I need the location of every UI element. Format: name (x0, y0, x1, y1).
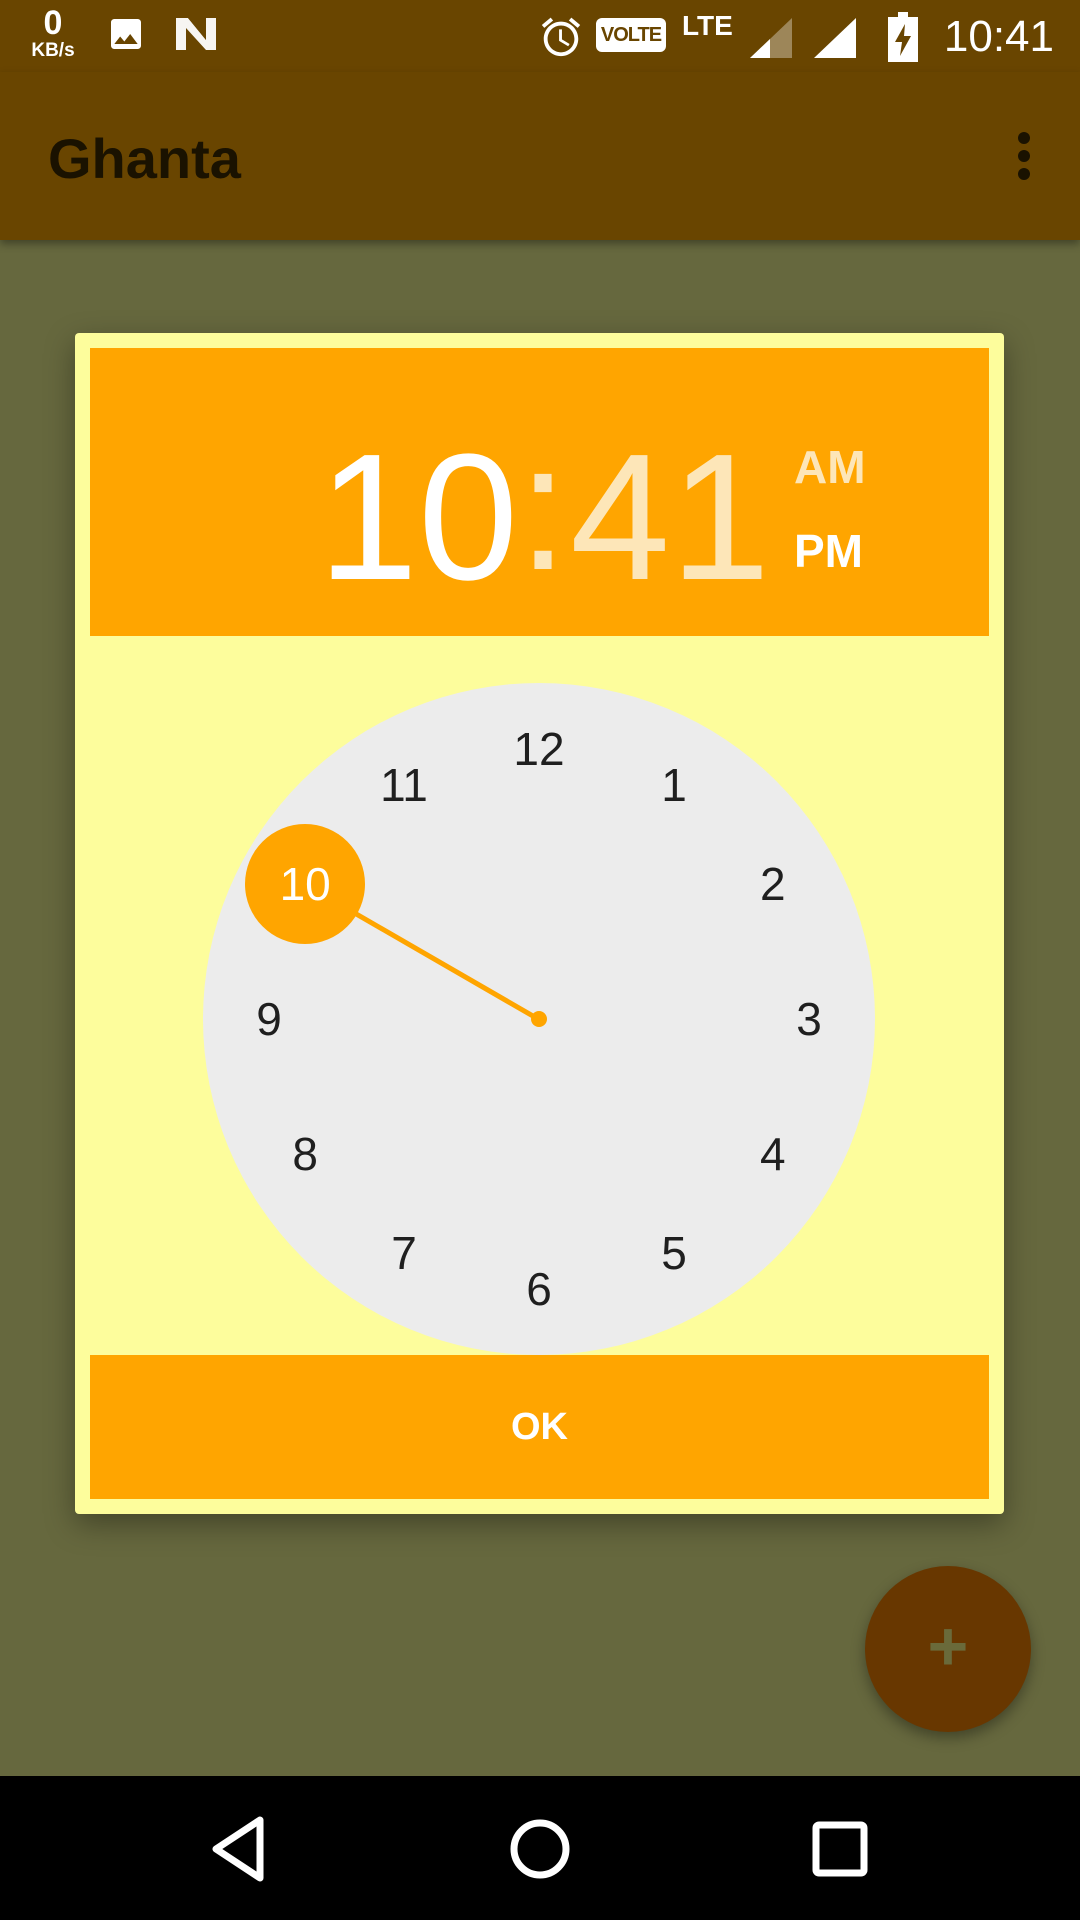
time-picker-dialog: 10 : 41 AM PM 12 1 2 3 4 5 6 7 8 9 10 11 OK (75, 333, 1004, 1514)
add-icon: + (927, 1607, 969, 1685)
pm-toggle[interactable]: PM (794, 524, 863, 578)
signal-icon (750, 18, 792, 58)
battery-charging-icon (888, 12, 918, 62)
network-speed-unit: KB/s (31, 40, 75, 61)
clock-number-8[interactable]: 8 (275, 1129, 335, 1179)
back-icon[interactable] (196, 1804, 286, 1894)
time-header: 10 : 41 AM PM (90, 348, 989, 636)
selected-hour-marker[interactable]: 10 (245, 824, 366, 944)
clock-number-12[interactable]: 12 (509, 724, 569, 774)
clock-number-10: 10 (279, 858, 331, 910)
home-icon[interactable] (495, 1804, 585, 1894)
clock-number-2[interactable]: 2 (743, 859, 803, 909)
clock-number-1[interactable]: 1 (644, 760, 704, 810)
network-type: LTE (682, 10, 733, 41)
n-logo-icon (176, 18, 216, 50)
clock-center-dot (531, 1011, 547, 1027)
image-icon (111, 19, 141, 49)
hour-display[interactable]: 10 (318, 428, 518, 608)
ok-button[interactable]: OK (90, 1355, 989, 1499)
time-separator: : (518, 407, 569, 608)
clock-number-7[interactable]: 7 (374, 1228, 434, 1278)
clock-number-11[interactable]: 11 (374, 760, 434, 810)
signal-icon (814, 18, 856, 58)
minute-display[interactable]: 41 (570, 428, 770, 608)
clock-number-9[interactable]: 9 (239, 994, 299, 1044)
volte-badge: VOLTE (596, 18, 666, 52)
clock-face[interactable]: 12 1 2 3 4 5 6 7 8 9 10 11 (203, 683, 875, 1355)
more-vert-icon[interactable] (1004, 126, 1044, 186)
app-bar: Ghanta (0, 72, 1080, 240)
clock-number-5[interactable]: 5 (644, 1228, 704, 1278)
navigation-bar (0, 1776, 1080, 1920)
clock-number-6[interactable]: 6 (509, 1264, 569, 1314)
status-time: 10:41 (943, 12, 1054, 61)
am-toggle[interactable]: AM (794, 440, 866, 494)
app-title: Ghanta (48, 127, 241, 190)
clock-number-3[interactable]: 3 (779, 994, 839, 1044)
clock-number-4[interactable]: 4 (743, 1129, 803, 1179)
network-speed-value: 0 (43, 4, 63, 42)
status-bar: 0 KB/s VOLTE LTE 10:41 (0, 0, 1080, 72)
add-button[interactable]: + (865, 1566, 1031, 1732)
network-speed: 0 KB/s (24, 6, 82, 60)
recents-icon[interactable] (795, 1804, 885, 1894)
alarm-icon (541, 17, 581, 57)
